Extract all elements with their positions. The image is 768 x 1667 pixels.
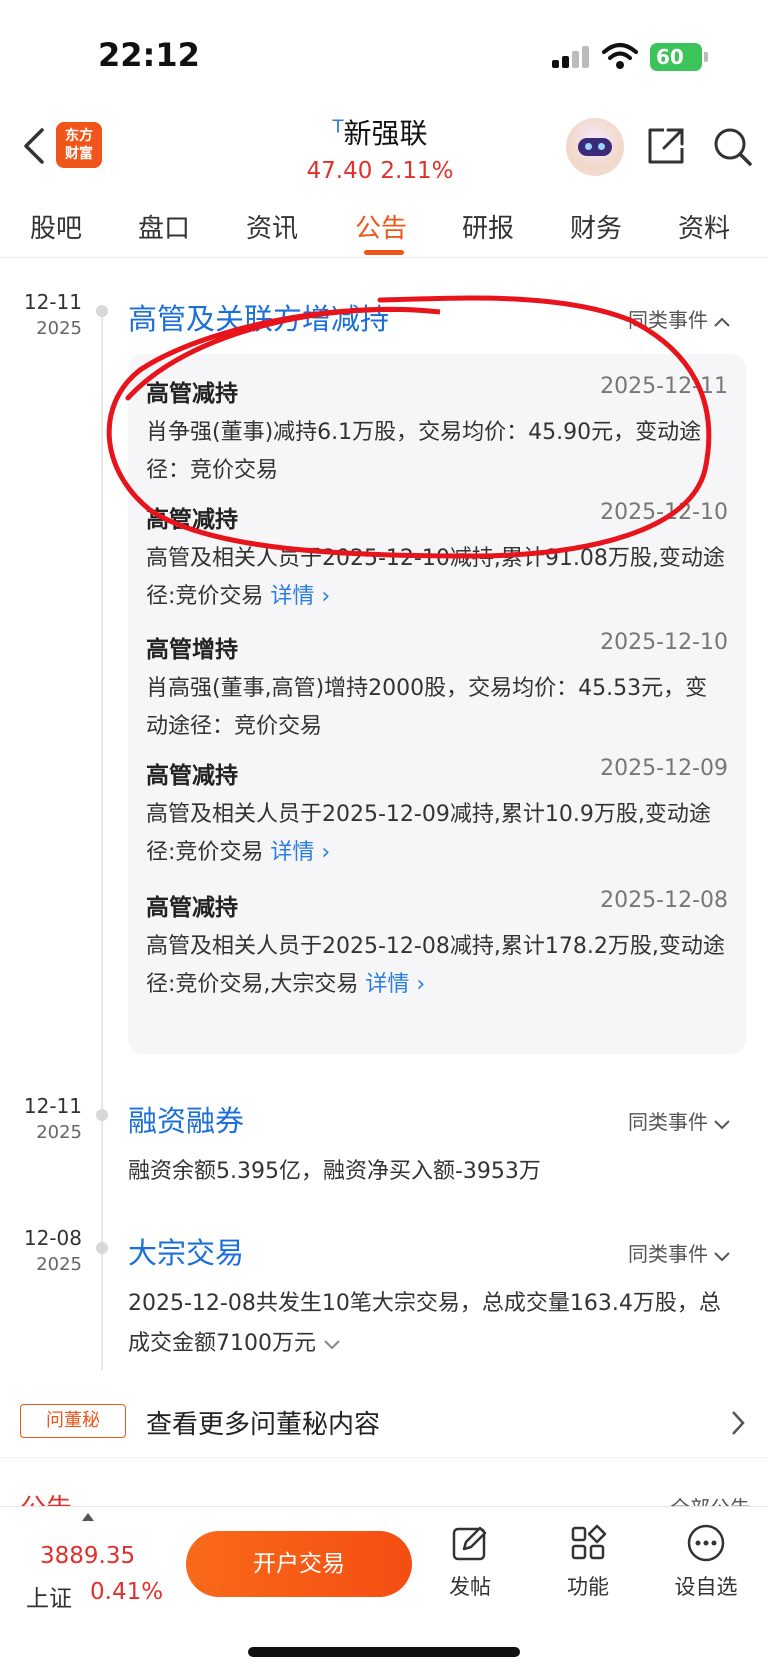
- event-desc: 融资余额5.395亿，融资净买入额-3953万: [128, 1159, 541, 1184]
- item-desc: 高管及相关人员于2025-12-10减持,累计91.08万股,变动途径:竞价交易…: [146, 546, 725, 609]
- item-desc: 肖高强(董事,高管)增持2000股，交易均价：45.53元，变动途径：竞价交易: [146, 676, 708, 739]
- stock-header: 东方 财富 T新强联 47.40 2.11%: [0, 110, 768, 194]
- stock-quote: 47.40 2.11%: [280, 158, 480, 184]
- chevron-up-icon: [714, 317, 730, 327]
- post-button[interactable]: 发帖: [430, 1523, 510, 1601]
- chevron-down-icon: [714, 1251, 730, 1261]
- list-item: 高管减持 2025-12-10 高管及相关人员于2025-12-10减持,累计91…: [146, 500, 728, 616]
- item-type: 高管增持: [146, 637, 238, 663]
- item-desc: 高管及相关人员于2025-12-09减持,累计10.9万股,变动途径:竞价交易 …: [146, 802, 711, 865]
- item-date: 2025-12-10: [600, 630, 728, 655]
- item-type: 高管减持: [146, 895, 238, 921]
- timeline-dot: [96, 1242, 108, 1254]
- event-date: 12-08 2025: [23, 1226, 82, 1275]
- item-date: 2025-12-10: [600, 500, 728, 525]
- tab-bar: 股吧 盘口 资讯 公告 研报 财务 资料: [0, 194, 768, 258]
- chevron-right-icon: [732, 1411, 745, 1435]
- tab-announcements[interactable]: 公告: [355, 208, 407, 245]
- list-item: 高管减持 2025-12-11 肖争强(董事)减持6.1万股，交易均价：45.90…: [146, 374, 728, 490]
- details-link[interactable]: 详情 ›: [365, 972, 425, 997]
- timeline-dot: [96, 305, 108, 317]
- tab-finance[interactable]: 财务: [570, 208, 622, 245]
- timeline-line: [101, 310, 103, 1370]
- item-type: 高管减持: [146, 763, 238, 789]
- index-change: 0.41%: [90, 1579, 164, 1605]
- item-desc: 肖争强(董事)减持6.1万股，交易均价：45.90元，变动途径：竞价交易: [146, 420, 702, 483]
- list-item: 高管减持 2025-12-09 高管及相关人员于2025-12-09减持,累计10…: [146, 756, 728, 872]
- active-tab-indicator: [364, 250, 404, 255]
- item-type: 高管减持: [146, 507, 238, 533]
- share-icon[interactable]: [646, 126, 686, 166]
- wifi-icon: [602, 43, 638, 69]
- cellular-signal-icon: [552, 46, 592, 68]
- timeline-dot: [96, 1109, 108, 1121]
- index-value: 3889.35: [40, 1543, 136, 1569]
- similar-events-toggle[interactable]: 同类事件: [628, 1238, 732, 1267]
- stock-title-block[interactable]: T新强联 47.40 2.11%: [280, 112, 480, 184]
- tab-guba[interactable]: 股吧: [30, 208, 82, 245]
- item-date: 2025-12-11: [600, 374, 728, 399]
- event-title-margin-trading[interactable]: 融资融券: [128, 1098, 244, 1140]
- ask-secretary-text: 查看更多问董秘内容: [146, 1410, 381, 1440]
- stock-title: T新强联: [280, 112, 480, 152]
- details-link[interactable]: 详情 ›: [270, 584, 330, 609]
- insider-trading-card: 高管减持 2025-12-11 肖争强(董事)减持6.1万股，交易均价：45.90…: [128, 354, 746, 1054]
- event-date: 12-11 2025: [23, 1094, 82, 1143]
- caret-up-icon[interactable]: [82, 1513, 94, 1521]
- list-item: 高管减持 2025-12-08 高管及相关人员于2025-12-08减持,累计17…: [146, 888, 728, 1004]
- similar-events-toggle[interactable]: 同类事件: [628, 304, 732, 333]
- battery-tip: [704, 52, 708, 62]
- edit-icon: [452, 1526, 487, 1561]
- item-type: 高管减持: [146, 381, 238, 407]
- add-watchlist-button[interactable]: 设自选: [666, 1523, 746, 1601]
- stock-price: 47.40: [306, 158, 373, 184]
- list-item: 高管增持 2025-12-10 肖高强(董事,高管)增持2000股，交易均价：45…: [146, 630, 728, 746]
- tab-pankou[interactable]: 盘口: [138, 208, 190, 245]
- tab-profile[interactable]: 资料: [678, 208, 730, 245]
- status-time: 22:12: [98, 36, 200, 74]
- tab-research[interactable]: 研报: [462, 208, 514, 245]
- index-name: 上证: [26, 1586, 72, 1612]
- item-date: 2025-12-09: [600, 756, 728, 781]
- home-indicator: [248, 1647, 520, 1657]
- app-logo[interactable]: 东方 财富: [56, 122, 102, 168]
- ask-secretary-badge: 问董秘: [20, 1404, 126, 1438]
- event-title-insider-trading[interactable]: 高管及关联方增减持: [128, 296, 389, 338]
- more-circle-icon: [687, 1524, 725, 1562]
- event-date: 12-11 2025: [23, 290, 82, 339]
- item-date: 2025-12-08: [600, 888, 728, 913]
- expand-chevron-icon[interactable]: [323, 1338, 341, 1350]
- grid-icon: [571, 1524, 607, 1560]
- search-icon[interactable]: [712, 126, 754, 168]
- status-bar: 22:12 60: [0, 0, 768, 110]
- stock-change: 2.11%: [380, 158, 454, 184]
- bottom-toolbar: 3889.35 上证 0.41% 开户交易 发帖 功能 设自选: [0, 1506, 768, 1667]
- chevron-down-icon: [714, 1119, 730, 1129]
- details-link[interactable]: 详情 ›: [270, 840, 330, 865]
- event-title-block-trade[interactable]: 大宗交易: [128, 1230, 244, 1272]
- back-icon[interactable]: [20, 126, 50, 166]
- battery-level: 60: [650, 43, 702, 71]
- event-desc: 2025-12-08共发生10笔大宗交易，总成交量163.4万股，总成交金额71…: [128, 1291, 721, 1356]
- functions-button[interactable]: 功能: [548, 1523, 628, 1601]
- stock-tag: T: [332, 116, 344, 138]
- similar-events-toggle[interactable]: 同类事件: [628, 1106, 732, 1135]
- ask-secretary-row[interactable]: 问董秘 查看更多问董秘内容: [0, 1388, 768, 1458]
- tab-news[interactable]: 资讯: [246, 208, 298, 245]
- ai-assistant-icon[interactable]: [566, 118, 624, 176]
- open-account-trade-button[interactable]: 开户交易: [186, 1531, 412, 1597]
- stock-name: 新强联: [343, 117, 428, 150]
- item-desc: 高管及相关人员于2025-12-08减持,累计178.2万股,变动途径:竞价交易…: [146, 934, 725, 997]
